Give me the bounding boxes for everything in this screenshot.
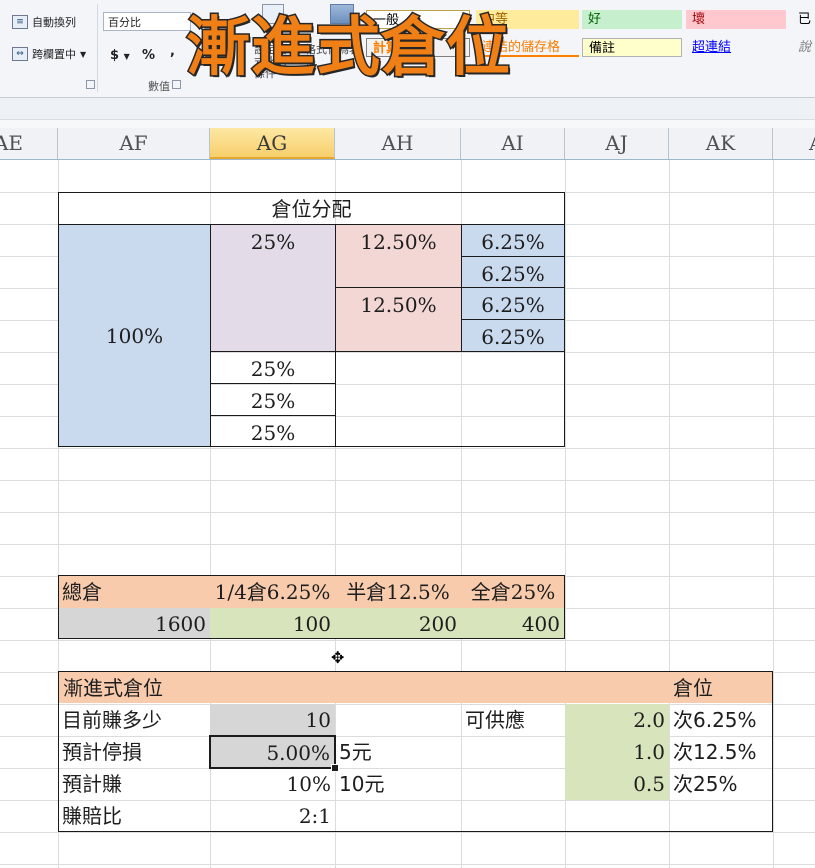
allocation-sixteenth-cell-1[interactable]: 6.25% [461,224,565,257]
currency-button[interactable]: $ ▼ [110,48,130,63]
worksheet-grid[interactable]: 倉位分配 100% 25% 12.50% 12.50% 6.25% 6.25% … [0,160,815,868]
allocation-empty-block[interactable] [335,351,565,447]
allocation-quarter-cell-4[interactable]: 25% [210,415,336,447]
summary-header-half[interactable]: 半倉12.5% [335,576,461,607]
style-hyperlink[interactable]: 超連結 [686,38,786,57]
gridline [0,448,815,449]
allocation-quarter-cell-3[interactable]: 25% [210,383,336,416]
position-count-3[interactable]: 次25% [669,768,773,800]
dropdown-arrow-icon: ▼ [123,52,130,61]
column-headers: AE AF AG AH AI AJ AK A [0,128,815,160]
gridline [0,832,815,833]
allocation-half-cell-1[interactable]: 12.50% [335,224,462,288]
summary-header-quarter[interactable]: 1/4倉6.25% [210,576,335,607]
progressive-title[interactable]: 漸進式倉位 [59,672,669,703]
allocation-sixteenth-cell-3[interactable]: 6.25% [461,287,565,320]
number-format-select[interactable]: 百分比 [103,12,191,31]
column-header-ai[interactable]: AI [461,128,565,159]
alignment-launcher-icon[interactable] [86,80,95,89]
comma-button[interactable]: , [170,44,175,59]
summary-value-total[interactable]: 1600 [59,608,210,638]
gridline [0,480,815,481]
dropdown-arrow-icon: ▼ [80,49,87,59]
column-header-aj[interactable]: AJ [565,128,669,159]
column-header-ag[interactable]: AG [210,128,335,159]
style-bad[interactable]: 壞 [686,10,786,29]
allocation-full-cell[interactable]: 100% [58,224,211,447]
style-checked[interactable]: 已 [792,10,815,29]
note-expected-profit[interactable]: 10元 [335,768,461,800]
column-header-ah[interactable]: AH [335,128,461,159]
group-divider [97,4,98,92]
summary-header-total[interactable]: 總倉 [58,576,210,607]
label-risk-reward[interactable]: 賺賠比 [58,800,210,831]
label-available[interactable]: 可供應 [461,704,565,736]
percent-button[interactable]: % [142,48,155,63]
column-header-al[interactable]: A [773,128,815,159]
gridline [0,544,815,545]
summary-header-full[interactable]: 全倉25% [461,576,565,607]
column-header-ae[interactable]: AE [0,128,58,159]
position-header[interactable]: 倉位 [669,672,772,703]
allocation-half-cell-2[interactable]: 12.50% [335,287,462,352]
wrap-text-button[interactable]: ≡ 自動換列 [12,14,76,30]
number-group-label: 數值 [148,80,170,93]
summary-value-quarter[interactable]: 100 [210,608,335,638]
gridline [0,864,815,865]
style-good[interactable]: 好 [582,10,682,29]
style-explanatory[interactable]: 說 [792,38,815,57]
gridline [0,512,815,513]
style-note[interactable]: 備註 [582,38,682,57]
gridline [773,160,774,868]
label-expected-profit[interactable]: 預計賺 [58,768,210,800]
allocation-sixteenth-cell-4[interactable]: 6.25% [461,319,565,352]
label-stop-loss[interactable]: 預計停損 [58,736,210,768]
allocation-title[interactable]: 倉位分配 [58,192,565,225]
allocation-quarter-cell-2[interactable]: 25% [210,351,336,384]
supply-value-2[interactable]: 1.0 [565,736,669,768]
ribbon: ≡ 自動換列 ⇔ 跨欄置中 ▼ 百分比 $ ▼ % , 數值 設定格式化的條件 … [0,0,815,98]
column-header-af[interactable]: AF [58,128,210,159]
label-current-profit[interactable]: 目前賺多少 [58,704,210,736]
merge-center-button[interactable]: ⇔ 跨欄置中 ▼ [12,46,86,62]
supply-value-3[interactable]: 0.5 [565,768,669,800]
merge-cells-icon: ⇔ [12,47,28,61]
formula-bar-divider [0,119,815,128]
value-expected-profit[interactable]: 10% [210,768,335,800]
number-launcher-icon[interactable] [172,80,181,89]
allocation-quarter-cell[interactable]: 25% [210,224,336,352]
value-stop-loss-selected[interactable]: 5.00% [209,735,336,769]
value-risk-reward[interactable]: 2:1 [210,800,335,831]
note-stop-loss[interactable]: 5元 [335,736,461,768]
position-count-1[interactable]: 次6.25% [669,704,773,736]
summary-value-full[interactable]: 400 [461,608,564,638]
supply-value-1[interactable]: 2.0 [565,704,669,736]
allocation-sixteenth-cell-2[interactable]: 6.25% [461,256,565,288]
summary-value-half[interactable]: 200 [335,608,461,638]
position-count-2[interactable]: 次12.5% [669,736,773,768]
value-current-profit[interactable]: 10 [210,704,335,736]
overlay-title: 漸進式倉位 [185,10,512,87]
wrap-text-icon: ≡ [12,15,28,29]
gridline [0,640,815,641]
column-header-ak[interactable]: AK [669,128,773,159]
mouse-cursor-icon: ✥ [331,648,345,667]
